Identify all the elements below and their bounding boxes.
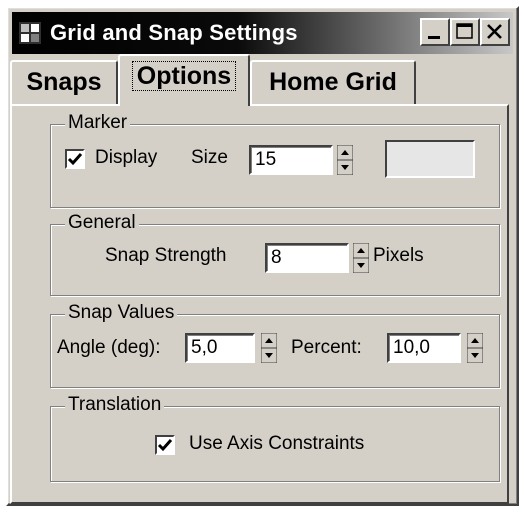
size-field[interactable]: 15 [249, 145, 333, 175]
window-title: Grid and Snap Settings [50, 20, 298, 45]
tab-label-home-grid: Home Grid [269, 68, 397, 96]
angle-label: Angle (deg): [57, 337, 161, 358]
marker-legend: Marker [65, 112, 131, 134]
close-button[interactable] [480, 18, 510, 46]
percent-spinner[interactable] [467, 333, 483, 363]
tab-home-grid[interactable]: Home Grid [250, 60, 416, 106]
display-label: Display [95, 147, 158, 168]
use-axis-constraints-checkbox[interactable] [155, 435, 175, 455]
angle-field[interactable]: 5,0 [185, 333, 255, 363]
size-label: Size [191, 147, 228, 168]
tab-label-snaps: Snaps [26, 68, 102, 96]
tab-options[interactable]: Options [118, 54, 250, 106]
percent-label: Percent: [291, 337, 362, 358]
checkmark-icon [157, 439, 173, 452]
tab-label-options: Options [131, 61, 237, 91]
maximize-button[interactable] [450, 18, 480, 46]
percent-field[interactable]: 10,0 [387, 333, 461, 363]
pixels-label: Pixels [373, 245, 424, 266]
translation-group: Translation Use Axis Constraints [50, 394, 500, 482]
use-axis-constraints-label: Use Axis Constraints [189, 433, 365, 454]
minimize-button[interactable] [420, 18, 450, 46]
size-spinner[interactable] [337, 145, 353, 175]
checkmark-icon [67, 153, 83, 166]
minimize-icon [428, 36, 440, 39]
display-checkbox[interactable] [65, 149, 85, 169]
title-bar[interactable]: Grid and Snap Settings [12, 12, 513, 54]
tab-snaps[interactable]: Snaps [10, 60, 118, 106]
snap-strength-spinner[interactable] [353, 243, 369, 273]
angle-spinner[interactable] [261, 333, 277, 363]
snap-values-legend: Snap Values [65, 302, 178, 324]
close-icon [487, 24, 502, 39]
general-group: General Snap Strength 8 Pixels [50, 212, 500, 296]
translation-legend: Translation [65, 394, 165, 416]
maximize-icon [456, 23, 473, 39]
snap-strength-field[interactable]: 8 [265, 243, 349, 273]
snap-values-group: Snap Values Angle (deg): 5,0 Percent: 10… [50, 302, 500, 388]
general-legend: General [65, 212, 139, 234]
marker-color-swatch[interactable] [385, 140, 475, 178]
snap-strength-label: Snap Strength [105, 245, 227, 266]
app-icon [19, 22, 41, 44]
marker-group: Marker Display Size 15 [50, 112, 500, 208]
options-panel: Marker Display Size 15 General Snap Stre… [10, 104, 509, 504]
